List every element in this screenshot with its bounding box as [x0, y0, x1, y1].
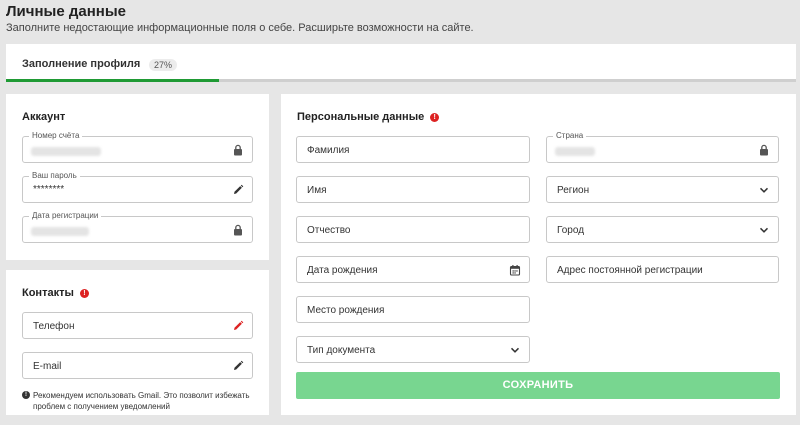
city-placeholder: Город [557, 225, 585, 236]
birth-place-field[interactable]: Место рождения [296, 296, 530, 323]
account-title: Аккаунт [22, 111, 66, 123]
pencil-icon[interactable] [232, 360, 244, 372]
chevron-down-icon [759, 187, 769, 193]
lock-icon [234, 144, 242, 156]
birth-date-field[interactable]: Дата рождения [296, 256, 530, 283]
account-number-label: Номер счёта [29, 131, 83, 141]
chevron-down-icon [510, 347, 520, 353]
progress-label: Заполнение профиля [22, 58, 141, 70]
birth-date-placeholder: Дата рождения [307, 265, 378, 276]
calendar-icon[interactable] [509, 264, 521, 276]
city-select[interactable]: Город [546, 216, 779, 243]
registration-address-field[interactable]: Адрес постоянной регистрации [546, 256, 779, 283]
contacts-title: Контакты! [22, 287, 89, 299]
gmail-hint: ! Рекомендуем использовать Gmail. Это по… [22, 390, 252, 412]
warning-icon: ! [79, 289, 89, 298]
page-subtitle: Заполните недостающие информационные пол… [6, 22, 474, 34]
account-number-value-redacted [31, 147, 101, 156]
last-name-placeholder: Фамилия [307, 145, 350, 156]
phone-placeholder: Телефон [33, 321, 75, 332]
chevron-down-icon [759, 227, 769, 233]
progress-percent-badge: 27% [149, 59, 178, 71]
password-label: Ваш пароль [29, 171, 80, 181]
first-name-placeholder: Имя [307, 185, 327, 196]
progress-bar-fill [6, 79, 220, 82]
first-name-field[interactable]: Имя [296, 176, 530, 203]
last-name-field[interactable]: Фамилия [296, 136, 530, 163]
lock-icon [760, 144, 768, 156]
phone-field[interactable]: Телефон [22, 312, 253, 339]
country-label: Страна [553, 131, 587, 141]
region-select[interactable]: Регион [546, 176, 779, 203]
country-value-redacted [555, 147, 595, 156]
lock-icon [234, 224, 242, 236]
birth-place-placeholder: Место рождения [307, 305, 385, 316]
personal-data-title-text: Персональные данные [297, 111, 425, 123]
patronymic-field[interactable]: Отчество [296, 216, 530, 243]
patronymic-placeholder: Отчество [307, 225, 351, 236]
gmail-hint-text: Рекомендуем использовать Gmail. Это позв… [33, 391, 250, 411]
info-icon: ! [22, 391, 30, 399]
contacts-title-text: Контакты [22, 287, 74, 299]
pencil-icon[interactable] [232, 184, 244, 196]
document-type-select[interactable]: Тип документа [296, 336, 530, 363]
registration-date-label: Дата регистрации [29, 211, 102, 221]
contacts-card: Контакты! Телефон E-mail ! Рекомендуем и… [6, 270, 269, 415]
registration-date-field: Дата регистрации [22, 211, 253, 243]
profile-progress-tab[interactable]: Заполнение профиля 27% [6, 44, 796, 82]
save-button[interactable]: СОХРАНИТЬ [296, 372, 780, 399]
registration-date-value-redacted [31, 227, 89, 236]
account-number-field: Номер счёта [22, 131, 253, 163]
progress-bar-track [6, 79, 796, 82]
personal-data-card: Персональные данные! Фамилия Имя Отчеств… [281, 94, 796, 415]
country-field: Страна [546, 131, 779, 163]
password-value: ******** [33, 184, 65, 195]
warning-icon: ! [430, 113, 440, 122]
email-placeholder: E-mail [33, 361, 62, 372]
region-placeholder: Регион [557, 185, 590, 196]
personal-data-title: Персональные данные! [297, 111, 440, 123]
document-type-placeholder: Тип документа [307, 345, 376, 356]
account-card: Аккаунт Номер счёта Ваш пароль ******** … [6, 94, 269, 260]
pencil-icon[interactable] [232, 320, 244, 332]
page-title: Личные данные [6, 3, 126, 20]
password-field[interactable]: Ваш пароль ******** [22, 171, 253, 203]
email-field[interactable]: E-mail [22, 352, 253, 379]
registration-address-placeholder: Адрес постоянной регистрации [557, 265, 703, 276]
